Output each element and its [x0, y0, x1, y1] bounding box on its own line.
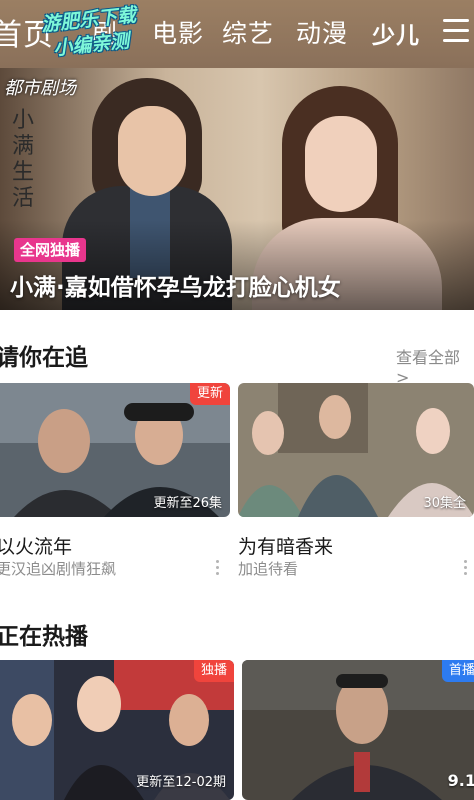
more-options-icon[interactable]	[216, 560, 220, 578]
exclusive-tag: 全网独播	[14, 238, 87, 262]
tab-kids[interactable]: 少儿	[372, 16, 420, 50]
card-title: 以火流年	[0, 536, 73, 558]
menu-icon[interactable]	[443, 19, 469, 45]
hot-card-2[interactable]: 首播 9.1	[242, 660, 474, 800]
tab-variety[interactable]: 综艺	[222, 14, 274, 50]
see-all-link[interactable]: 查看全部 >	[396, 344, 474, 387]
hot-card-1[interactable]: 独播 更新至12-02期	[0, 660, 234, 800]
banner-caption: 小满·嘉如借怀孕乌龙打脸心机女	[10, 275, 341, 301]
following-section-title: 请你在追	[0, 345, 88, 371]
following-card-1[interactable]: 更新 更新至26集	[0, 383, 230, 517]
premiere-badge: 首播	[441, 660, 474, 682]
card-title: 为有暗香来	[238, 536, 334, 558]
more-options-icon[interactable]	[464, 560, 468, 578]
exclusive-badge: 独播	[193, 660, 234, 682]
show-title-art: 小满生活	[12, 108, 35, 211]
actress-right-face	[305, 116, 377, 212]
episode-count: 更新至26集	[153, 496, 222, 511]
hot-section-title: 正在热播	[0, 624, 88, 650]
poster-thumbnail	[242, 660, 474, 800]
channel-logo: 都市剧场	[4, 78, 76, 99]
update-badge: 更新	[189, 383, 230, 405]
actress-left-face	[118, 106, 186, 196]
following-card-2[interactable]: 30集全	[238, 383, 474, 517]
top-nav: 首页 剧 电影 综艺 动漫 少儿 游肥乐下载 小编亲测	[0, 0, 474, 68]
episode-count: 更新至12-02期	[136, 775, 226, 790]
card-subtitle: 加追待看	[238, 560, 299, 578]
card-subtitle: 更汉追凶剧情狂飙	[0, 560, 117, 578]
hero-banner[interactable]: 都市剧场 小满生活 全网独播 小满·嘉如借怀孕乌龙打脸心机女	[0, 68, 474, 310]
tab-anime[interactable]: 动漫	[296, 14, 348, 50]
rating-score: 9.1	[447, 771, 474, 790]
episode-count: 30集全	[423, 496, 466, 511]
